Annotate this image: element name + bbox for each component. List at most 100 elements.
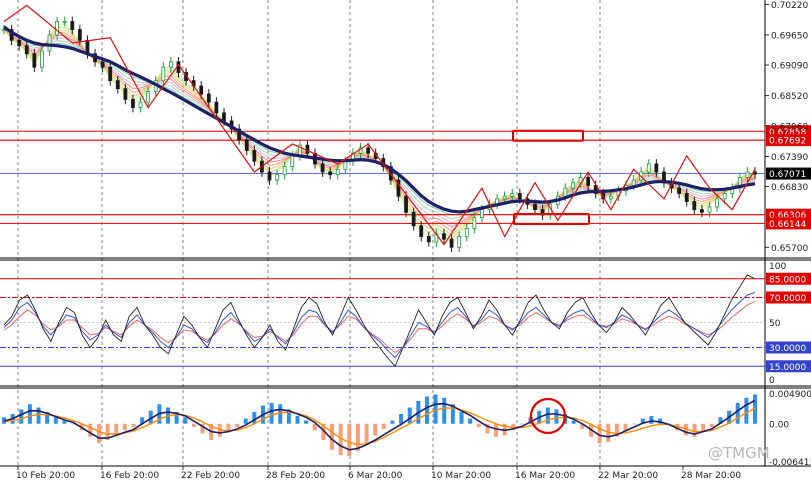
candle-body [745, 171, 750, 178]
macd-bar [252, 412, 257, 424]
price-tick-label: 0.69650 [771, 31, 808, 41]
candle-body [131, 99, 135, 108]
candle-body [24, 45, 29, 55]
price-tick-label: 0.67390 [771, 153, 808, 163]
price-tick-label: 0.66830 [771, 183, 808, 193]
candle-body [608, 195, 613, 200]
macd-bar [88, 423, 93, 437]
candle-body [214, 101, 219, 114]
candle-body [70, 21, 75, 30]
candle-body [2, 29, 6, 31]
price-tick-label: 0.68520 [771, 92, 808, 102]
candle-body [480, 209, 484, 219]
price-axis[interactable]: 0.678580.676920.663060.661440.670710.702… [765, 1, 811, 468]
osc-level-label: 30.0000 [769, 344, 806, 354]
candle-body [646, 163, 651, 173]
candle-body [267, 171, 272, 181]
ribbon-line [3, 28, 756, 236]
candle-body [199, 85, 204, 95]
candle-body [366, 147, 371, 154]
macd-bar [424, 396, 429, 424]
candle-body [586, 176, 591, 186]
candle-body [502, 195, 507, 200]
candle-body [146, 90, 151, 103]
candle-body [472, 217, 477, 229]
ribbon-line [3, 23, 756, 245]
macd-bar [183, 417, 188, 424]
candle-body [442, 233, 446, 240]
time-axis[interactable]: 10 Feb 20:00 16 Feb 20:00 22 Feb 20:00 28 F… [16, 466, 741, 481]
zigzag [3, 4, 756, 246]
current-price-label: 0.67071 [769, 170, 806, 180]
candle-body [464, 228, 469, 237]
candle-body [17, 39, 22, 47]
macd-bar [131, 423, 136, 427]
candle-body [426, 236, 431, 243]
macd-bar [519, 423, 524, 425]
candle-body [699, 209, 704, 213]
ribbon-line [3, 28, 756, 232]
time-tick-label: 22 Feb 20:00 [181, 471, 240, 481]
price-tick-label: 0.69090 [771, 62, 808, 72]
time-tick-label: 28 Feb 20:00 [266, 471, 325, 481]
candle-body [123, 88, 128, 100]
macd-bar [390, 420, 395, 424]
ma-ribbon [3, 23, 756, 245]
candle-body [328, 171, 333, 176]
candle-body [715, 198, 719, 208]
macd-bar [735, 402, 740, 424]
macd-bar [709, 423, 714, 427]
price-tick-label: 0.70220 [771, 1, 808, 11]
candle-body [32, 53, 37, 68]
oscillator-panel [0, 274, 765, 368]
macd-bar [27, 404, 32, 424]
price-candles [2, 16, 757, 253]
macd-panel [2, 394, 757, 457]
level-label: 0.66144 [769, 220, 806, 230]
macd-bar [191, 423, 196, 427]
macd-tick-label: 0.0049007 [769, 390, 811, 400]
candle-body [275, 174, 279, 181]
macd-bar [330, 423, 335, 450]
macd-bar [243, 418, 248, 424]
candle-body [252, 150, 257, 162]
candle-body [335, 168, 340, 176]
candle-body [404, 195, 408, 213]
macd-bar [468, 418, 473, 424]
candle-body [77, 29, 82, 41]
chart-canvas: 0.678580.676920.663060.661440.670710.702… [0, 0, 811, 481]
time-tick-label: 10 Feb 20:00 [16, 471, 75, 481]
candle-body [168, 61, 173, 68]
candle-body [533, 203, 537, 211]
macd-bar [407, 407, 412, 424]
candle-body [692, 201, 697, 211]
annotation-box [512, 129, 584, 142]
candle-body [305, 144, 310, 154]
macd-bar [399, 414, 404, 424]
candle-body [176, 61, 181, 73]
candle-body [457, 236, 462, 248]
macd-bar [494, 423, 499, 437]
candle-body [654, 163, 659, 173]
candle-body [282, 166, 287, 176]
macd-bar [235, 423, 240, 427]
osc-d-line [3, 300, 756, 354]
macd-bar [459, 412, 464, 424]
osc-level-label: 85.0000 [769, 275, 806, 285]
macd-bar [36, 407, 41, 424]
macd-bar [623, 423, 628, 431]
ma-line [3, 25, 756, 214]
price-tick-label: 0.65700 [771, 244, 808, 254]
macd-bar [295, 415, 300, 424]
macd-bar [53, 417, 58, 424]
macd-bar [347, 423, 352, 457]
time-tick-label: 16 Feb 20:00 [100, 471, 159, 481]
candle-body [517, 193, 522, 200]
candle-body [47, 34, 52, 52]
candle-body [244, 139, 249, 151]
macd-bar [571, 420, 576, 424]
macd-bar [476, 423, 481, 427]
level-label: 0.67692 [769, 137, 806, 147]
ribbon-line [3, 27, 755, 224]
candle-body [85, 39, 90, 55]
